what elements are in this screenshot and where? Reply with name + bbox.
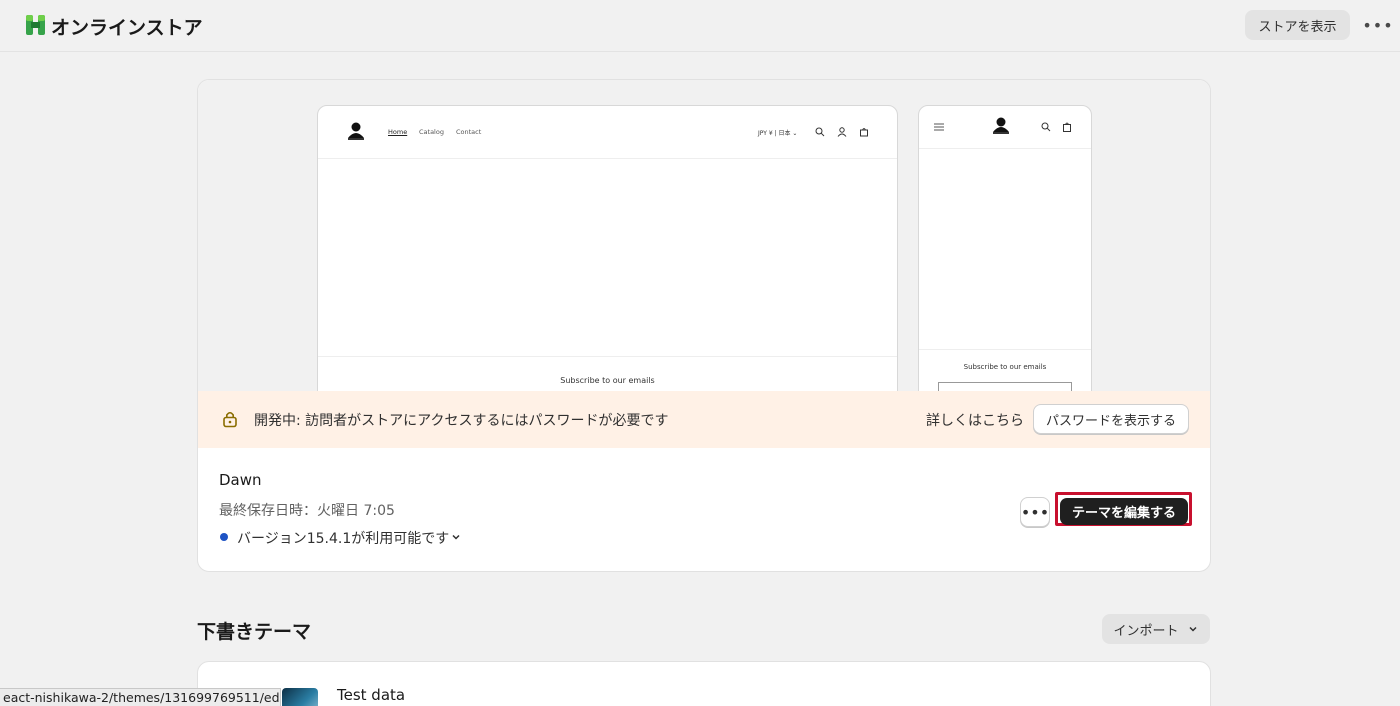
password-banner: 開発中: 訪問者がストアにアクセスするにはパスワードが必要です 詳しくはこちら … bbox=[198, 391, 1210, 448]
mobile-preview-divider bbox=[919, 349, 1091, 350]
preview-divider bbox=[318, 356, 897, 357]
preview-nav-catalog: Catalog bbox=[419, 128, 444, 136]
search-icon bbox=[1041, 122, 1051, 132]
cart-icon bbox=[860, 128, 868, 137]
browser-status-url: eact-nishikawa-2/themes/131699769511/edi… bbox=[0, 688, 281, 706]
draft-theme-card: Test data bbox=[197, 661, 1211, 706]
theme-name: Dawn bbox=[219, 471, 262, 489]
current-theme-card: Home Catalog Contact JPY ¥ | 日本 ⌄ Subscr… bbox=[197, 79, 1211, 572]
last-saved-text: 最終保存日時：火曜日 7:05 bbox=[219, 503, 395, 519]
learn-more-link[interactable]: 詳しくはこちら bbox=[926, 410, 1024, 430]
show-password-button[interactable]: パスワードを表示する bbox=[1033, 404, 1189, 434]
more-actions-icon[interactable]: ••• bbox=[1362, 15, 1392, 35]
mobile-preview: Subscribe to our emails bbox=[918, 105, 1092, 391]
search-icon bbox=[815, 127, 825, 137]
top-bar: オンラインストア ストアを表示 ••• bbox=[0, 0, 1400, 52]
draft-themes-heading: 下書きテーマ bbox=[197, 621, 312, 643]
preview-locale: JPY ¥ | 日本 ⌄ bbox=[758, 130, 798, 137]
preview-nav-contact: Contact bbox=[456, 128, 482, 136]
import-button[interactable]: インポート bbox=[1102, 614, 1210, 644]
import-button-label: インポート bbox=[1113, 623, 1179, 639]
preview-nav-home: Home bbox=[388, 128, 408, 136]
chevron-down-icon[interactable] bbox=[450, 531, 462, 543]
online-store-logo-icon bbox=[26, 15, 45, 35]
preview-header: Home Catalog Contact JPY ¥ | 日本 ⌄ bbox=[318, 106, 897, 159]
draft-theme-name: Test data bbox=[337, 686, 406, 704]
store-logo-icon bbox=[348, 122, 364, 140]
view-store-button[interactable]: ストアを表示 bbox=[1245, 10, 1350, 40]
theme-preview-area[interactable]: Home Catalog Contact JPY ¥ | 日本 ⌄ Subscr… bbox=[198, 80, 1210, 391]
menu-icon bbox=[934, 123, 944, 131]
chevron-down-icon bbox=[1188, 626, 1197, 632]
mobile-preview-subscribe-heading: Subscribe to our emails bbox=[963, 363, 1047, 371]
account-icon bbox=[837, 127, 847, 137]
cart-icon bbox=[1063, 122, 1071, 132]
version-status-dot bbox=[220, 533, 228, 541]
preview-subscribe-heading: Subscribe to our emails bbox=[560, 376, 655, 385]
desktop-preview: Home Catalog Contact JPY ¥ | 日本 ⌄ Subscr… bbox=[317, 105, 898, 391]
store-logo-icon bbox=[993, 117, 1009, 134]
version-available-text[interactable]: バージョン15.4.1が利用可能です bbox=[237, 528, 449, 548]
mobile-preview-email-box bbox=[938, 382, 1072, 391]
edit-theme-button[interactable]: テーマを編集する bbox=[1060, 498, 1188, 525]
draft-theme-thumbnail[interactable] bbox=[282, 688, 318, 706]
mobile-preview-header bbox=[919, 106, 1091, 149]
lock-icon bbox=[223, 411, 237, 428]
banner-message: 開発中: 訪問者がストアにアクセスするにはパスワードが必要です bbox=[254, 413, 669, 429]
theme-more-actions-button[interactable]: ••• bbox=[1020, 497, 1050, 527]
page-title: オンラインストア bbox=[51, 17, 203, 39]
